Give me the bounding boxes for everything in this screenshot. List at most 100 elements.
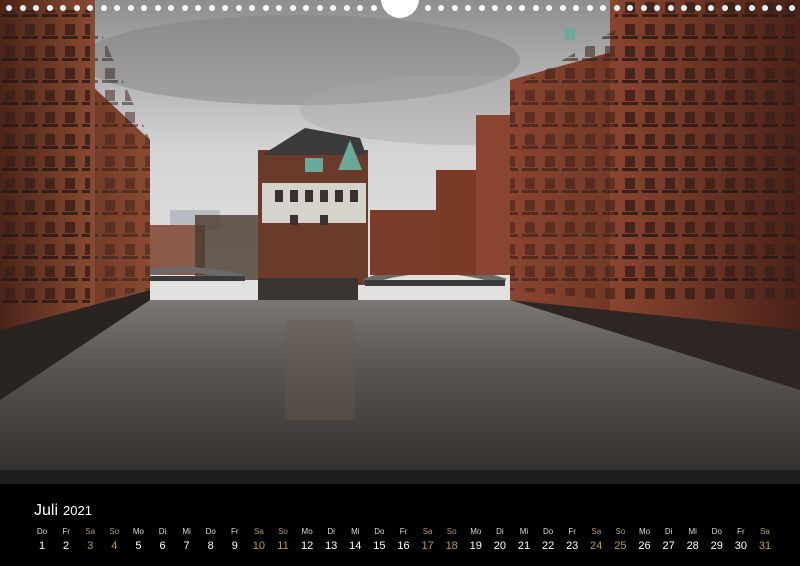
calendar-day: Di 20 [488,526,512,554]
calendar-day: Fr 16 [392,526,416,554]
binding-hole [6,5,12,11]
calendar-day: Di 27 [657,526,681,554]
day-number: 6 [159,540,166,552]
day-number: 4 [111,540,118,552]
binding-hole [303,5,309,11]
calendar-day: Mi 28 [681,526,705,554]
weekday-label: So [615,527,626,536]
day-number: 16 [397,540,410,552]
weekday-label: Di [327,527,335,536]
day-number: 24 [590,540,603,552]
calendar-day: So 18 [440,526,464,554]
binding-hole [775,5,782,11]
weekday-label: Mo [638,527,651,536]
calendar-day: Mi 21 [512,526,536,554]
binding-hole [532,5,539,11]
weekday-label: Mi [351,527,360,536]
binding-hole [492,5,498,11]
binding-hole [586,5,593,11]
weekday-label: Di [496,527,504,536]
day-number: 9 [231,540,238,552]
day-number: 17 [421,540,434,552]
calendar-day: Sa 31 [753,526,777,554]
weekday-label: Di [664,527,673,536]
calendar-day: Mo 12 [295,526,319,554]
binding-hole [600,5,606,11]
binding-hole [438,5,444,11]
calendar-day: Mi 7 [175,526,199,554]
binding-hole [654,5,660,11]
calendar-day: Sa 3 [78,526,102,554]
day-number: 31 [758,540,772,552]
binding-hole [316,5,323,11]
weekday-label: Fr [737,527,745,536]
weekday-label: Do [205,527,216,536]
binding-hole [640,5,647,11]
binding-hole [46,5,53,11]
day-number: 22 [541,540,555,552]
binding-hole [208,5,215,11]
binding-hole [681,5,687,11]
binding-hole [181,5,188,11]
day-number: 23 [566,540,579,552]
calendar-day: Fr 9 [223,526,247,554]
binding-hole [276,5,282,11]
calendar-day: Sa 17 [416,526,440,554]
binding-hole [627,5,633,11]
binding-hole [357,5,363,11]
day-number: 5 [135,540,142,552]
calendar-day: Mo 19 [464,526,488,554]
binding-hole [343,5,350,11]
binding-hole [667,5,674,11]
day-number: 7 [183,540,190,552]
binding-hole [100,5,107,11]
weekday-label: Sa [253,527,264,536]
calendar-day: Do 1 [30,526,54,554]
weekday-label: Fr [231,527,239,536]
binding-hole [289,5,296,11]
binding-hole [370,5,377,11]
day-number: 2 [63,540,70,552]
binding-hole [195,5,201,11]
binding-hole [735,5,741,11]
calendar-day: Do 22 [536,526,560,554]
day-number: 14 [349,540,362,552]
binding-hole [573,5,579,11]
weekday-label: Do [711,527,722,536]
binding-hole [559,5,566,11]
binding-hole [19,5,26,11]
weekday-label: Sa [422,527,433,536]
day-grid: Do 1 Fr 2 Sa 3 So 4 Mo 5 Di 6 Mi 7 Do 8 Fr 9 Sa 10 So 11 Mo 12 D… [30,526,775,556]
weekday-label: Di [158,527,167,536]
binding-hole [613,5,620,11]
binding-hole [262,5,269,11]
calendar-day: Di 13 [319,526,343,554]
binding-hole [222,5,228,11]
weekday-label: Do [542,527,554,536]
binding-hole [694,5,701,11]
calendar-strip: Juli 2021 Do 1 Fr 2 Sa 3 So 4 Mo 5 Di 6 Mi 7 Do 8 Fr 9 Sa 10… [0,484,800,566]
weekday-label: Sa [85,527,96,536]
binding-hole [789,5,795,11]
binding-hole [141,5,147,11]
weekday-label: Mo [132,527,144,536]
calendar-day: Sa 24 [584,526,608,554]
weekday-label: Fr [62,527,70,536]
weekday-label: Mo [470,527,482,536]
calendar-day: Do 8 [199,526,223,554]
binding-hole [721,5,728,11]
weekday-label: Do [374,527,385,536]
binding-hole [424,5,431,11]
month-title: Juli 2021 [34,502,92,520]
binding-hole [168,5,174,11]
weekday-label: Mi [182,527,191,536]
binding-hole [708,5,714,11]
speicherstadt-canal-image [0,0,800,484]
day-number: 29 [710,540,723,552]
calendar-day: Di 6 [151,526,175,554]
weekday-label: So [446,527,457,536]
weekday-label: Sa [591,527,602,536]
binding-hole [235,5,242,11]
weekday-label: Fr [568,527,576,536]
calendar-day: Sa 10 [247,526,271,554]
